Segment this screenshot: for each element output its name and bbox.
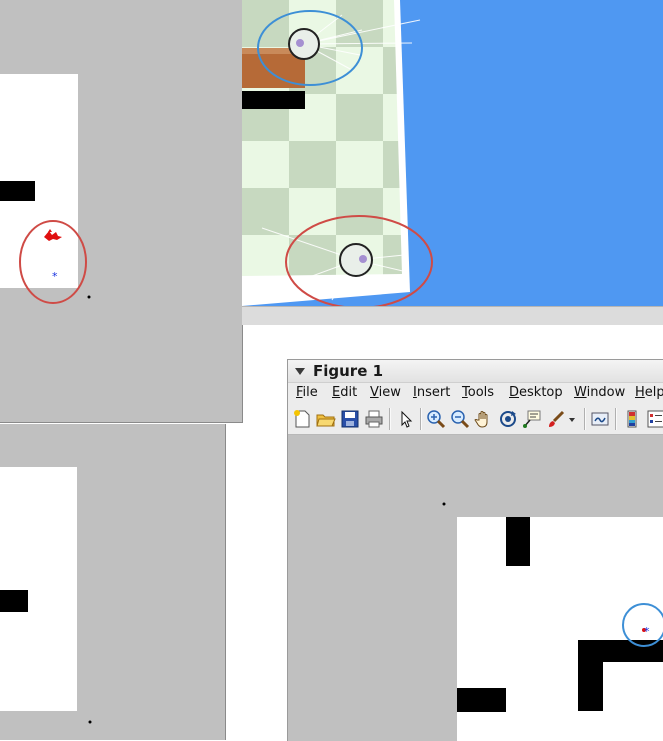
menu-window[interactable]: Window: [574, 385, 625, 400]
data-cursor-icon[interactable]: [522, 409, 542, 429]
print-icon[interactable]: [364, 409, 384, 429]
menu-view[interactable]: View: [370, 385, 401, 400]
brush-icon[interactable]: [546, 409, 566, 429]
pan-hand-icon[interactable]: [474, 409, 494, 429]
menu-tools[interactable]: Tools: [462, 385, 494, 400]
menu-edit[interactable]: Edit: [332, 385, 357, 400]
toolbar-separator: [389, 408, 391, 430]
map-plot-panel-top: *: [0, 0, 243, 423]
legend-icon[interactable]: [646, 409, 663, 429]
toolbar-separator: [584, 408, 586, 430]
simulator-scene: [242, 0, 663, 309]
checkered-floor: [242, 0, 402, 276]
colorbar-icon[interactable]: [622, 409, 642, 429]
free-space-area: [0, 467, 77, 711]
menu-help[interactable]: Help: [635, 385, 663, 400]
figure-toolbar: [288, 403, 663, 435]
toolbar-separator: [615, 408, 617, 430]
new-figure-icon[interactable]: [292, 409, 312, 429]
obstacle-block: [0, 181, 35, 201]
brush-dropdown-icon[interactable]: [567, 409, 577, 429]
collapse-triangle-icon[interactable]: [295, 368, 305, 375]
robot-2: [339, 243, 373, 277]
menu-file[interactable]: File: [296, 385, 318, 400]
link-plot-icon[interactable]: [590, 409, 610, 429]
box-shadow: [242, 91, 305, 109]
simulator-status-bar: [242, 306, 663, 325]
map-dot: [88, 720, 92, 724]
occupancy-map-top: *: [0, 74, 91, 304]
figure-plot-canvas[interactable]: *: [288, 435, 663, 741]
robot-1: [288, 28, 320, 60]
occupancy-map-bottom: [0, 467, 92, 724]
figure-title-bar[interactable]: Figure 1: [288, 360, 663, 383]
obstacle-block: [457, 688, 506, 712]
zoom-in-icon[interactable]: [426, 409, 446, 429]
map-dot: [442, 502, 446, 506]
map-dot: [87, 295, 91, 299]
toolbar-separator: [420, 408, 422, 430]
figure-title: Figure 1: [313, 362, 384, 380]
menu-desktop[interactable]: Desktop: [509, 385, 563, 400]
obstacle-block: [578, 640, 603, 711]
figure-menu-bar: File Edit View Insert Tools Desktop Wind…: [288, 383, 663, 403]
save-icon[interactable]: [340, 409, 360, 429]
open-file-icon[interactable]: [316, 409, 336, 429]
rotate-3d-icon[interactable]: [498, 409, 518, 429]
obstacle-block: [506, 517, 530, 566]
pose-estimate-marker: *: [644, 625, 650, 638]
pose-estimate-marker: *: [52, 270, 58, 283]
edit-plot-arrow-icon[interactable]: [396, 409, 416, 429]
obstacle-block: [0, 590, 28, 612]
simulator-3d-view[interactable]: [242, 0, 663, 325]
occupancy-map-figure: *: [442, 502, 663, 741]
menu-insert[interactable]: Insert: [413, 385, 450, 400]
map-plot-panel-bottom: [0, 424, 226, 740]
zoom-out-icon[interactable]: [450, 409, 470, 429]
figure-window[interactable]: Figure 1 File Edit View Insert Tools Des…: [287, 359, 663, 741]
